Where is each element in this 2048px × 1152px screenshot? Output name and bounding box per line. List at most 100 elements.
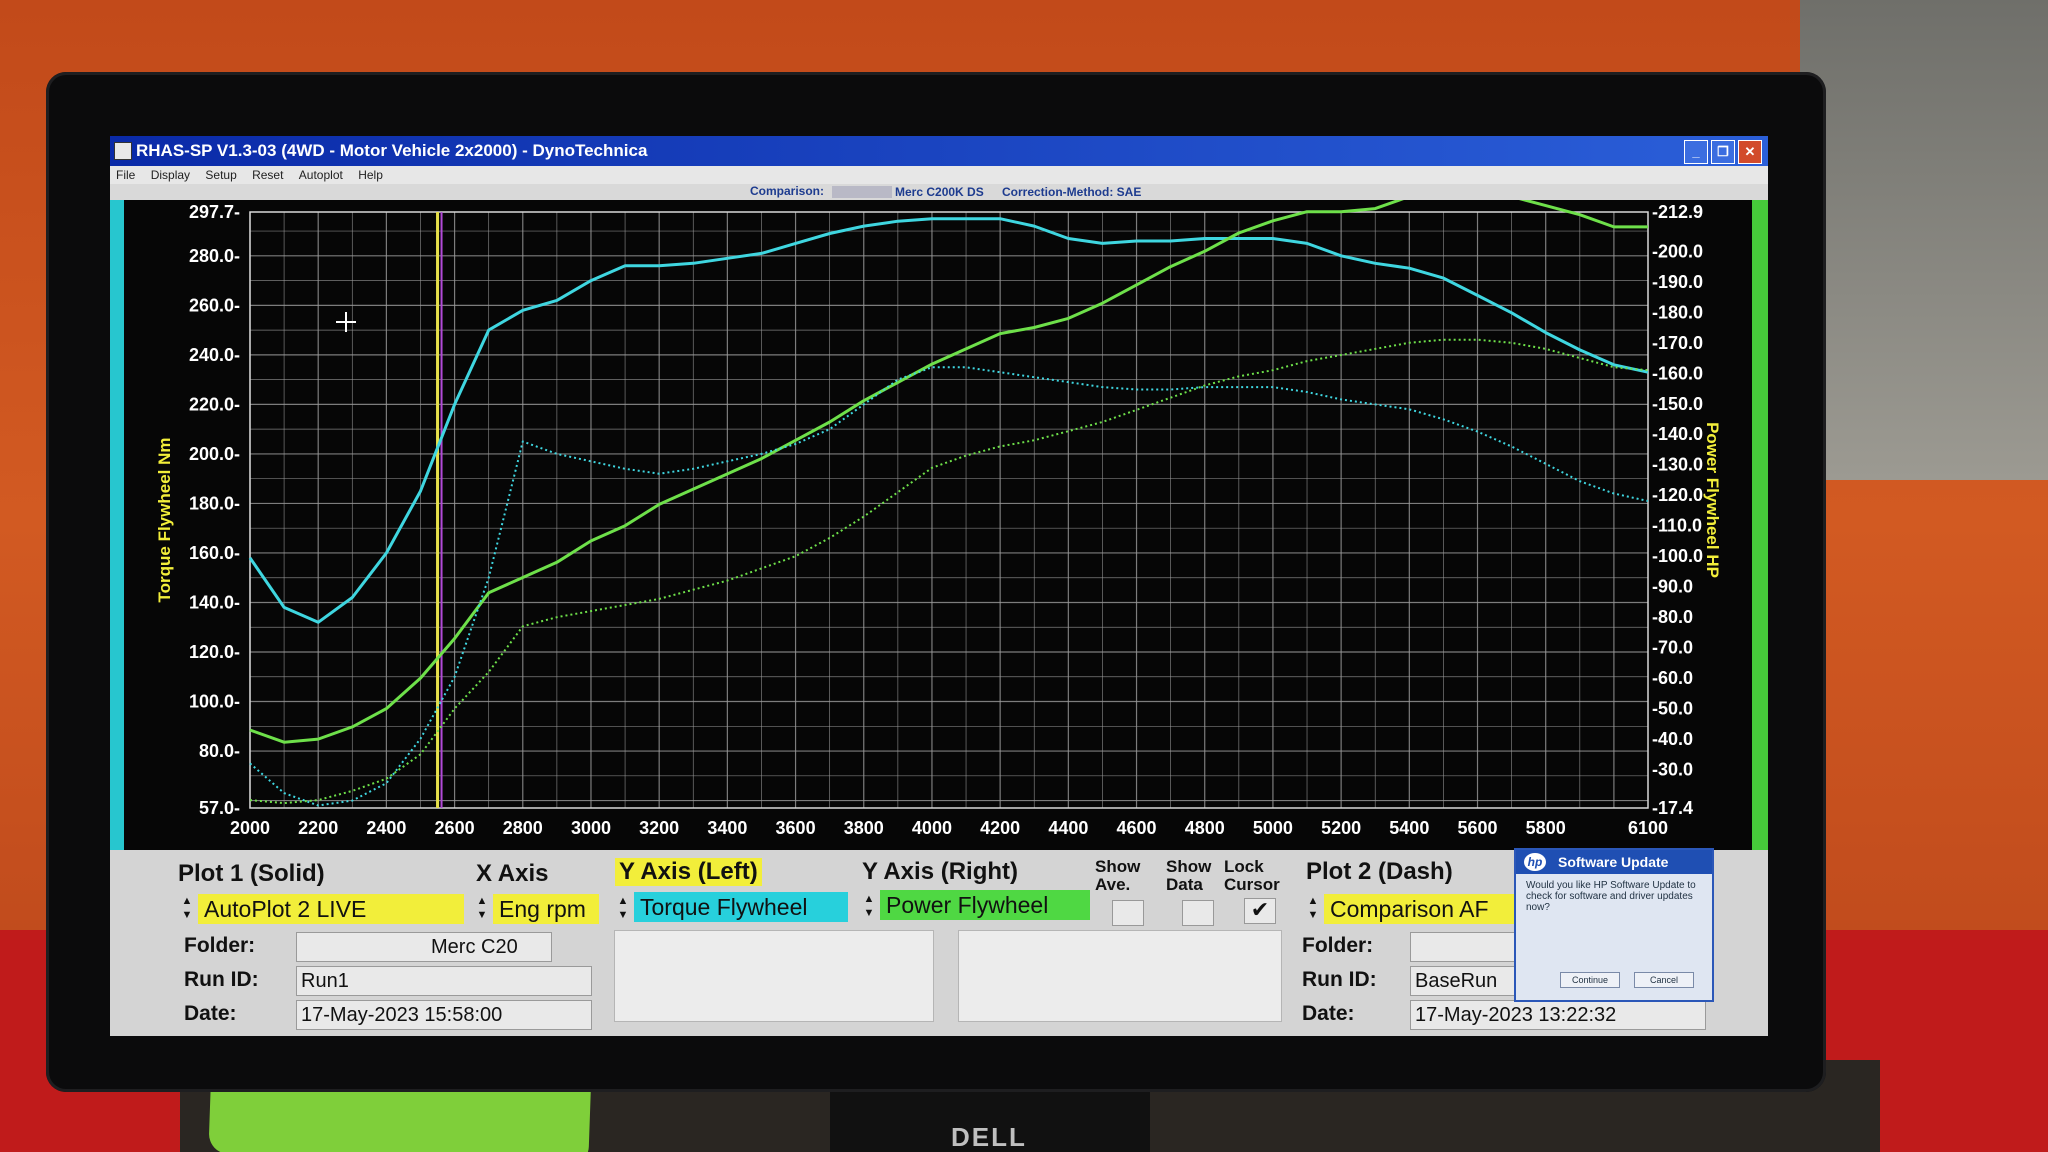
y-left-tick-label: 297.7-: [189, 202, 240, 222]
yright-select[interactable]: Power Flywheel: [880, 890, 1090, 920]
lock-cursor-checkbox[interactable]: ✔: [1244, 898, 1276, 924]
x-tick-label: 3800: [844, 818, 884, 838]
title-bar: RHAS-SP V1.3-03 (4WD - Motor Vehicle 2x2…: [110, 136, 1768, 166]
comparison-run-name: Merc C200K DS: [895, 185, 984, 199]
show-ave-checkbox[interactable]: [1112, 900, 1144, 926]
plot1-runid-label: Run ID:: [184, 968, 259, 991]
comparison-info-bar: Comparison: Merc C200K DS Correction-Met…: [110, 184, 1768, 200]
y-right-tick-label: -30.0: [1652, 760, 1693, 780]
menu-display[interactable]: Display: [151, 168, 190, 182]
y-right-tick-label: -160.0: [1652, 363, 1703, 383]
x-tick-label: 3000: [571, 818, 611, 838]
software-update-popup: hp Software Update Would you like HP Sof…: [1514, 848, 1714, 1002]
window-title: RHAS-SP V1.3-03 (4WD - Motor Vehicle 2x2…: [136, 141, 648, 160]
y-left-tick-label: 160.0-: [189, 543, 240, 563]
app-icon: [114, 142, 132, 160]
y-right-tick-label: -90.0: [1652, 577, 1693, 597]
photo-scene: DELL RHAS-SP V1.3-03 (4WD - Motor Vehicl…: [0, 0, 2048, 1152]
y-left-tick-label: 260.0-: [189, 295, 240, 315]
show-data-checkbox[interactable]: [1182, 900, 1214, 926]
software-update-header: hp Software Update: [1516, 850, 1712, 874]
y-axis-right-label: Power Flywheel HP: [1703, 422, 1722, 578]
plot1-folder-label: Folder:: [184, 934, 256, 957]
x-tick-label: 4200: [980, 818, 1020, 838]
software-update-continue-button[interactable]: Continue: [1560, 972, 1620, 988]
plot1-select[interactable]: AutoPlot 2 LIVE: [198, 894, 464, 924]
y-right-tick-label: -180.0: [1652, 302, 1703, 322]
menu-file[interactable]: File: [116, 168, 135, 182]
comparison-label: Comparison:: [750, 184, 825, 198]
menu-reset[interactable]: Reset: [252, 168, 283, 182]
x-tick-label: 2600: [435, 818, 475, 838]
plot1-spinner[interactable]: ▲ ▼: [180, 894, 194, 924]
window-controls: _ ❐ ✕: [1684, 140, 1762, 164]
plot2-folder-label: Folder:: [1302, 934, 1374, 957]
x-tick-label: 5800: [1526, 818, 1566, 838]
y-right-tick-label: -70.0: [1652, 638, 1693, 658]
plot2-runid-field[interactable]: BaseRun: [1410, 966, 1526, 996]
software-update-message: Would you like HP Software Update to che…: [1526, 880, 1696, 913]
plot2-folder-field[interactable]: [1410, 932, 1526, 962]
plot2-date-field[interactable]: 17-May-2023 13:22:32: [1410, 1000, 1706, 1030]
y-left-tick-label: 180.0-: [189, 493, 240, 513]
x-tick-label: 5000: [1253, 818, 1293, 838]
y-left-tick-label: 120.0-: [189, 642, 240, 662]
lock-cursor-header: Lock Cursor: [1224, 857, 1280, 894]
software-update-cancel-button[interactable]: Cancel: [1634, 972, 1694, 988]
menu-setup[interactable]: Setup: [205, 168, 236, 182]
minimize-button[interactable]: _: [1684, 140, 1708, 164]
y-right-tick-label: -40.0: [1652, 729, 1693, 749]
yleft-select[interactable]: Torque Flywheel: [634, 892, 848, 922]
plot1-folder-field[interactable]: Merc C20: [296, 932, 552, 962]
plot2-runid-label: Run ID:: [1302, 968, 1377, 991]
crosshair-marker: [336, 312, 356, 332]
y-right-tick-label: -130.0: [1652, 455, 1703, 475]
restore-button[interactable]: ❐: [1711, 140, 1735, 164]
plot1-date-field[interactable]: 17-May-2023 15:58:00: [296, 1000, 592, 1030]
comparison-swatch: [832, 186, 892, 198]
monitor-brand-logo: DELL: [951, 1122, 1027, 1152]
plot2-spinner[interactable]: ▲ ▼: [1306, 894, 1320, 924]
yleft-header: Y Axis (Left): [615, 858, 762, 886]
y-left-tick-label: 140.0-: [189, 592, 240, 612]
y-right-tick-label: -140.0: [1652, 424, 1703, 444]
dyno-chart[interactable]: 2000 2200 2400 2600 2800 3000 3200 3400 3600 3800…: [110, 200, 1768, 850]
y-right-tick-label: -60.0: [1652, 668, 1693, 688]
x-tick-label: 2400: [366, 818, 406, 838]
show-ave-header: Show Ave.: [1095, 857, 1141, 894]
yright-spinner[interactable]: ▲ ▼: [862, 892, 876, 922]
menu-help[interactable]: Help: [358, 168, 383, 182]
x-tick-label: 4600: [1117, 818, 1157, 838]
y-left-tick-label: 200.0-: [189, 444, 240, 464]
x-tick-label: 3600: [776, 818, 816, 838]
y-right-tick-label: -190.0: [1652, 272, 1703, 292]
yleft-spinner[interactable]: ▲ ▼: [616, 894, 630, 924]
y-right-tick-label: -100.0: [1652, 546, 1703, 566]
menu-autoplot[interactable]: Autoplot: [299, 168, 343, 182]
series-line-2: [249, 200, 1648, 744]
plot2-header: Plot 2 (Dash): [1306, 858, 1453, 885]
y-right-tick-label: -17.4: [1652, 798, 1693, 818]
x-tick-label: 2000: [230, 818, 270, 838]
series-line-3: [249, 366, 1649, 807]
close-button[interactable]: ✕: [1738, 140, 1762, 164]
y-left-tick-label: 220.0-: [189, 394, 240, 414]
x-tick-label: 4400: [1048, 818, 1088, 838]
plot2-date-label: Date:: [1302, 1002, 1355, 1025]
y-left-tick-label: 57.0-: [199, 798, 240, 818]
y-right-tick-label: -50.0: [1652, 699, 1693, 719]
yleft-info-box: [614, 930, 934, 1022]
xaxis-spinner[interactable]: ▲ ▼: [475, 894, 489, 924]
y-right-tick-label: -120.0: [1652, 485, 1703, 505]
correction-method: Correction-Method: SAE: [1002, 185, 1142, 199]
series-line-1: [248, 217, 1649, 624]
plot-frame: [249, 211, 1649, 809]
plot2-select[interactable]: Comparison AF: [1324, 894, 1520, 924]
y-left-tick-label: 100.0-: [189, 692, 240, 712]
plot1-runid-field[interactable]: Run1: [296, 966, 592, 996]
background-window: [1800, 0, 2048, 480]
show-data-header: Show Data: [1166, 857, 1212, 894]
y-right-tick-label: -110.0: [1652, 516, 1702, 536]
xaxis-select[interactable]: Eng rpm: [493, 894, 599, 924]
x-tick-label: 3400: [707, 818, 747, 838]
